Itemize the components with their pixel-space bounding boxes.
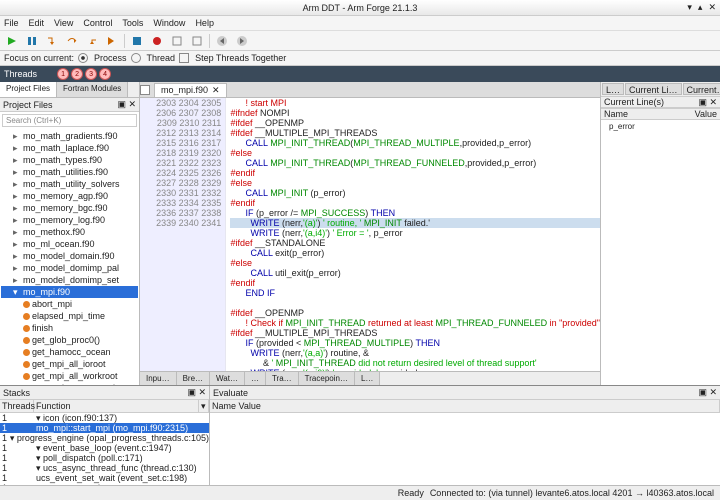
tree-item[interactable]: ▸mo_memory_log.f90 xyxy=(1,214,138,226)
tree-item[interactable]: ▸mo_model_domimp_pal xyxy=(1,262,138,274)
tree-item[interactable]: ▸mo_math_utility_solvers xyxy=(1,178,138,190)
tab-collapse-icon[interactable] xyxy=(140,85,150,95)
close-icon[interactable]: ✕ xyxy=(708,2,716,13)
tree-item[interactable]: get_mpi_all_workroot xyxy=(1,370,138,382)
menu-tools[interactable]: Tools xyxy=(122,18,143,28)
evaluate-panel: Evaluate▣ ✕ Name Value xyxy=(210,386,720,485)
window-title: Arm DDT - Arm Forge 21.1.3 xyxy=(303,3,418,13)
minimize-icon[interactable]: ▾ xyxy=(687,2,692,13)
tree-item[interactable]: ▸mo_memory_agp.f90 xyxy=(1,190,138,202)
tree-item[interactable]: get_mpi_all_ioroot xyxy=(1,358,138,370)
bottom-tab[interactable]: Wat… xyxy=(210,372,245,385)
tree-item[interactable]: ▸mo_ml_ocean.f90 xyxy=(1,238,138,250)
bottom-tab[interactable]: L… xyxy=(355,372,380,385)
variables-title: Current Line(s) xyxy=(604,97,664,107)
tree-item[interactable]: get_hamocc_ocean xyxy=(1,346,138,358)
project-files-title: Project Files xyxy=(3,100,53,110)
stack-row[interactable]: 1 ucs_event_set_wait (event_set.c:198) xyxy=(0,473,209,483)
stack-row[interactable]: 1 mo_mpi::start_mpi (mo_mpi.f90:2315) xyxy=(0,423,209,433)
run-button[interactable] xyxy=(4,33,20,49)
tree-item[interactable]: get_glob_proc0() xyxy=(1,334,138,346)
tab-close-icon[interactable]: ✕ xyxy=(212,85,220,96)
threads-label: Threads xyxy=(4,69,37,79)
tree-item[interactable]: ▸mo_math_utilities.f90 xyxy=(1,166,138,178)
tool1-button[interactable] xyxy=(169,33,185,49)
menu-file[interactable]: File xyxy=(4,18,19,28)
tree-item[interactable]: ▸mo_math_types.f90 xyxy=(1,154,138,166)
stack-row[interactable]: 1▾ icon (icon.f90:137) xyxy=(0,413,209,423)
stacks-panel: Stacks▣ ✕ ThreadsFunction▾ 1▾ icon (icon… xyxy=(0,386,210,485)
file-tree[interactable]: ▸mo_math_gradients.f90▸mo_math_laplace.f… xyxy=(0,129,139,385)
menu-edit[interactable]: Edit xyxy=(29,18,45,28)
process-radio[interactable] xyxy=(78,53,88,63)
tree-item[interactable]: elapsed_mpi_time xyxy=(1,310,138,322)
bottom-tab[interactable]: … xyxy=(245,372,266,385)
search-input[interactable]: Search (Ctrl+K) xyxy=(2,114,137,127)
project-tab[interactable]: Project Files xyxy=(0,82,57,97)
toolbar xyxy=(0,31,720,51)
var-tab[interactable]: Current Li… xyxy=(625,83,682,95)
menu-view[interactable]: View xyxy=(54,18,73,28)
stepout-button[interactable] xyxy=(84,33,100,49)
thread-pill[interactable]: 2 xyxy=(71,68,83,80)
maximize-icon[interactable]: ▴ xyxy=(698,2,703,13)
tree-item[interactable]: ▸mo_memory_bgc.f90 xyxy=(1,202,138,214)
step-button[interactable] xyxy=(104,33,120,49)
tree-item[interactable]: ▸mo_model_domimp_set xyxy=(1,274,138,286)
thread-pill[interactable]: 1 xyxy=(57,68,69,80)
stop-button[interactable] xyxy=(129,33,145,49)
tree-item[interactable]: ▸mo_model_domain.f90 xyxy=(1,250,138,262)
thread-pill[interactable]: 4 xyxy=(99,68,111,80)
editor-tab[interactable]: mo_mpi.f90✕ xyxy=(154,83,227,97)
pause-button[interactable] xyxy=(24,33,40,49)
variables-panel: L…Current Li…Current…Raw Com… Current Li… xyxy=(600,82,720,385)
menu-help[interactable]: Help xyxy=(195,18,214,28)
bottom-tab[interactable]: Tra… xyxy=(266,372,299,385)
focus-bar: Focus on current: Process Thread Step Th… xyxy=(0,51,720,66)
code-editor[interactable]: 2303 2304 2305 2306 2307 2308 2309 2310 … xyxy=(140,98,600,371)
thread-pill[interactable]: 3 xyxy=(85,68,97,80)
menu-control[interactable]: Control xyxy=(83,18,112,28)
tree-item[interactable]: finish xyxy=(1,322,138,334)
status-bar: Ready Connected to: (via tunnel) levante… xyxy=(0,485,720,500)
step-together-check[interactable] xyxy=(179,53,189,63)
stack-row[interactable]: 1▾ ucs_async_thread_func (thread.c:130) xyxy=(0,463,209,473)
variable-row[interactable]: p_error xyxy=(601,120,720,385)
tool2-button[interactable] xyxy=(189,33,205,49)
back-button[interactable] xyxy=(214,33,230,49)
menu-window[interactable]: Window xyxy=(153,18,185,28)
record-button[interactable] xyxy=(149,33,165,49)
tree-item[interactable]: ▸mo_math_laplace.f90 xyxy=(1,142,138,154)
tree-item[interactable]: abort_mpi xyxy=(1,298,138,310)
panel-close-icon[interactable]: ▣ ✕ xyxy=(698,97,717,107)
status-ready: Ready xyxy=(398,488,424,498)
stepover-button[interactable] xyxy=(64,33,80,49)
focus-label: Focus on current: xyxy=(4,53,74,63)
project-panel: Project FilesFortran Modules Project Fil… xyxy=(0,82,140,385)
stack-row[interactable]: 1 ▾ event_base_loop (event.c:1947) xyxy=(0,443,209,453)
panel-menu-icon[interactable]: ▣ ✕ xyxy=(117,99,136,110)
var-tab[interactable]: Current… xyxy=(683,83,720,95)
stack-row[interactable]: 1 ▾ poll_dispatch (poll.c:171) xyxy=(0,453,209,463)
stepinto-button[interactable] xyxy=(44,33,60,49)
bottom-tab[interactable]: Tracepoin… xyxy=(299,372,355,385)
forward-button[interactable] xyxy=(234,33,250,49)
var-tab[interactable]: L… xyxy=(602,83,624,95)
project-tab[interactable]: Fortran Modules xyxy=(57,82,128,97)
bottom-tab[interactable]: Inpu… xyxy=(140,372,177,385)
editor-panel: mo_mpi.f90✕ 2303 2304 2305 2306 2307 230… xyxy=(140,82,600,385)
threads-bar: Threads 1234 xyxy=(0,66,720,82)
tree-item[interactable]: ▾mo_mpi.f90 xyxy=(1,286,138,298)
editor-tabs: mo_mpi.f90✕ xyxy=(140,82,600,98)
tree-item[interactable]: ▸mo_math_gradients.f90 xyxy=(1,130,138,142)
menu-bar: File Edit View Control Tools Window Help xyxy=(0,16,720,31)
bottom-tab[interactable]: Bre… xyxy=(177,372,210,385)
thread-radio[interactable] xyxy=(131,53,141,63)
status-connection: Connected to: (via tunnel) levante6.atos… xyxy=(430,488,714,498)
stack-row[interactable]: 1▾ progress_engine (opal_progress_thread… xyxy=(0,433,209,443)
title-bar: Arm DDT - Arm Forge 21.1.3 ▾ ▴ ✕ xyxy=(0,0,720,16)
tree-item[interactable]: ▸mo_methox.f90 xyxy=(1,226,138,238)
